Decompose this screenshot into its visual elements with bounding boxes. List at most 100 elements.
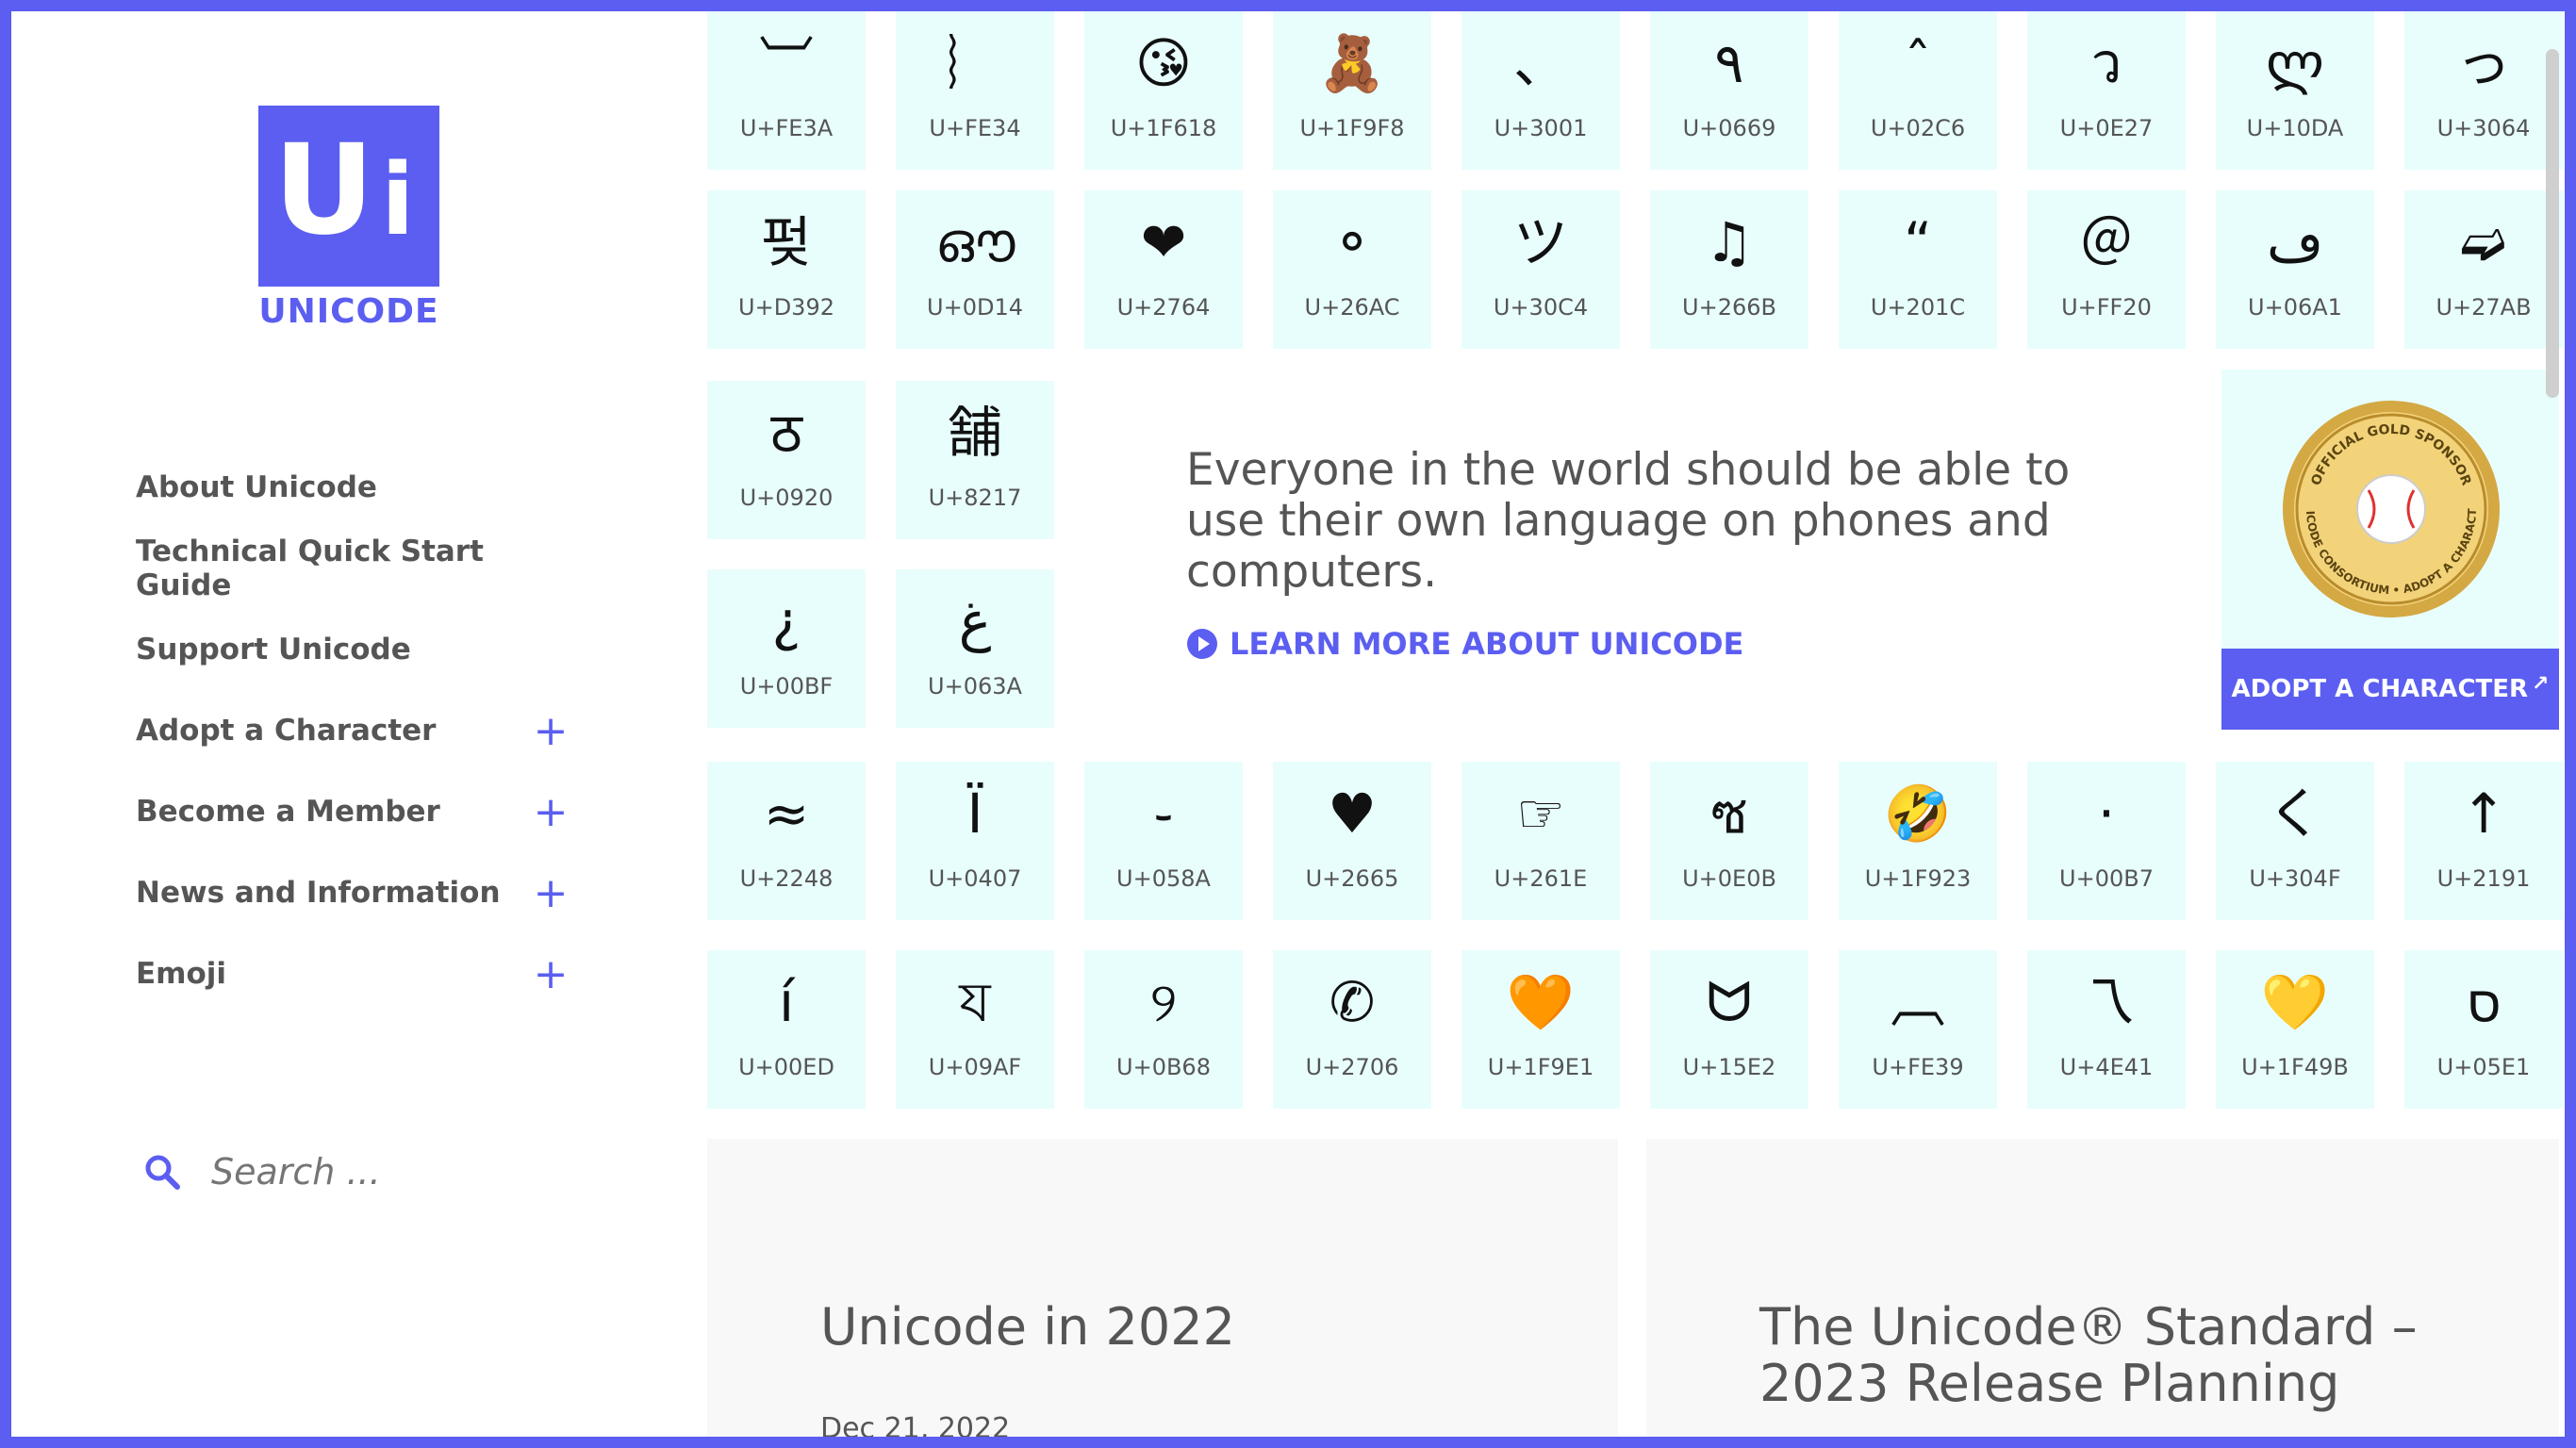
char-tile[interactable]: য U+09AF <box>896 950 1054 1109</box>
char-code: U+15E2 <box>1682 1054 1776 1080</box>
hero-tagline: Everyone in the world should be able to … <box>1186 444 2071 598</box>
char-tile[interactable]: ֊ U+058A <box>1084 762 1243 920</box>
nav-label: News and Information <box>136 876 501 910</box>
char-glyph: ˆ <box>1904 31 1932 95</box>
char-glyph: ＠ <box>2078 210 2134 274</box>
char-tile[interactable]: ♥ U+2665 <box>1273 762 1431 920</box>
char-code: U+3064 <box>2436 115 2531 141</box>
char-tile[interactable]: ⚬ U+26AC <box>1273 190 1431 349</box>
char-tile[interactable]: ↑ U+2191 <box>2404 762 2563 920</box>
logo-mark: U i <box>258 106 439 287</box>
char-tile[interactable]: ഔ U+0D14 <box>896 190 1054 349</box>
char-code: U+1F49B <box>2241 1054 2349 1080</box>
char-tile[interactable]: 、 U+3001 <box>1461 11 1620 170</box>
char-code: U+FE34 <box>929 115 1021 141</box>
char-tile[interactable]: ツ U+30C4 <box>1461 190 1620 349</box>
expand-plus-icon[interactable]: + <box>532 869 570 917</box>
char-code: U+4E41 <box>2059 1054 2154 1080</box>
char-tile[interactable]: ˆ U+02C6 <box>1839 11 1997 170</box>
nav-label: Technical Quick Start Guide <box>136 535 484 602</box>
char-glyph: ٩ <box>1714 31 1744 95</box>
char-glyph: ഔ <box>934 210 1016 274</box>
gold-sponsor-seal-icon[interactable]: OFFICIAL GOLD SPONSOR UNICODE CONSORTIUM… <box>2278 396 2504 622</box>
char-glyph: ᗢ <box>1706 970 1753 1034</box>
nav-item-become-a-member[interactable]: Become a Member + <box>136 771 570 852</box>
char-code: U+00ED <box>738 1054 834 1080</box>
unicode-logo[interactable]: U i UNICODE <box>258 106 439 331</box>
char-code: U+09AF <box>928 1054 1022 1080</box>
char-tile[interactable]: غ U+063A <box>896 569 1054 728</box>
char-tile[interactable]: ＠ U+FF20 <box>2027 190 2186 349</box>
scrollbar-thumb[interactable] <box>2546 49 2559 398</box>
char-tile[interactable]: 🧡 U+1F9E1 <box>1461 950 1620 1109</box>
char-tile[interactable]: 😘 U+1F618 <box>1084 11 1243 170</box>
char-tile[interactable]: í U+00ED <box>707 950 866 1109</box>
char-glyph: ¿ <box>771 589 801 653</box>
char-glyph: ୨ <box>1149 970 1178 1034</box>
news-card[interactable]: The Unicode® Standard – 2023 Release Pla… <box>1646 1139 2559 1437</box>
char-code: U+1F618 <box>1110 115 1217 141</box>
char-tile[interactable]: 舗 U+8217 <box>896 381 1054 539</box>
nav-item-emoji[interactable]: Emoji + <box>136 933 570 1014</box>
char-tile[interactable]: Ї U+0407 <box>896 762 1054 920</box>
nav-item-support-unicode[interactable]: Support Unicode <box>136 609 570 690</box>
char-glyph: っ <box>2455 31 2511 95</box>
char-tile[interactable]: ︴ U+FE34 <box>896 11 1054 170</box>
char-code: U+2706 <box>1305 1054 1399 1080</box>
learn-more-label: LEARN MORE ABOUT UNICODE <box>1230 626 1744 662</box>
expand-plus-icon[interactable]: + <box>532 707 570 755</box>
expand-plus-icon[interactable]: + <box>532 950 570 998</box>
nav-item-about-unicode[interactable]: About Unicode <box>136 447 570 528</box>
char-code: U+201C <box>1870 294 1966 321</box>
expand-plus-icon[interactable]: + <box>532 788 570 836</box>
char-tile[interactable]: ✆ U+2706 <box>1273 950 1431 1109</box>
char-code: U+00B7 <box>2059 865 2154 892</box>
char-glyph: 🤣 <box>1883 782 1953 846</box>
char-tile[interactable]: ︹ U+FE39 <box>1839 950 1997 1109</box>
char-tile[interactable]: 🧸 U+1F9F8 <box>1273 11 1431 170</box>
char-tile[interactable]: ซ U+0E0B <box>1650 762 1808 920</box>
nav-item-news-and-information[interactable]: News and Information + <box>136 852 570 933</box>
char-tile[interactable]: 💛 U+1F49B <box>2216 950 2374 1109</box>
char-glyph: 🧡 <box>1506 970 1576 1034</box>
char-tile[interactable]: ठ U+0920 <box>707 381 866 539</box>
char-tile[interactable]: ➫ U+27AB <box>2404 190 2563 349</box>
char-tile[interactable]: ୨ U+0B68 <box>1084 950 1243 1109</box>
char-tile[interactable]: ლ U+10DA <box>2216 11 2374 170</box>
char-tile[interactable]: ว U+0E27 <box>2027 11 2186 170</box>
char-code: U+05E1 <box>2436 1054 2531 1080</box>
char-tile[interactable]: 乁 U+4E41 <box>2027 950 2186 1109</box>
learn-more-link[interactable]: LEARN MORE ABOUT UNICODE <box>1186 626 2091 662</box>
char-tile[interactable]: ٩ U+0669 <box>1650 11 1808 170</box>
char-tile[interactable]: “ U+201C <box>1839 190 1997 349</box>
sidebar: U i UNICODE About Unicode Technical Quic… <box>11 11 671 1437</box>
char-code: U+2665 <box>1305 865 1399 892</box>
nav-label: Adopt a Character <box>136 714 437 748</box>
char-tile[interactable]: ≈ U+2248 <box>707 762 866 920</box>
char-tile[interactable]: く U+304F <box>2216 762 2374 920</box>
char-tile[interactable]: · U+00B7 <box>2027 762 2186 920</box>
char-tile[interactable]: 펒 U+D392 <box>707 190 866 349</box>
char-tile[interactable]: ︺ U+FE3A <box>707 11 866 170</box>
news-card[interactable]: Unicode in 2022 Dec 21, 2022 <box>707 1139 1618 1437</box>
char-tile[interactable]: ¿ U+00BF <box>707 569 866 728</box>
char-tile[interactable]: ☞ U+261E <box>1461 762 1620 920</box>
char-tile[interactable]: ᗢ U+15E2 <box>1650 950 1808 1109</box>
char-tile[interactable]: ❤ U+2764 <box>1084 190 1243 349</box>
nav-item-adopt-a-character[interactable]: Adopt a Character + <box>136 690 570 771</box>
search-icon[interactable] <box>143 1153 181 1191</box>
char-tile[interactable]: っ U+3064 <box>2404 11 2563 170</box>
char-code: U+266B <box>1682 294 1776 321</box>
char-tile[interactable]: ♫ U+266B <box>1650 190 1808 349</box>
char-code: U+1F923 <box>1864 865 1972 892</box>
search-input[interactable] <box>209 1150 496 1193</box>
char-code: U+0B68 <box>1116 1054 1211 1080</box>
page-viewport: U i UNICODE About Unicode Technical Quic… <box>11 11 2565 1437</box>
char-tile[interactable]: ס U+05E1 <box>2404 950 2563 1109</box>
char-tile[interactable]: 🤣 U+1F923 <box>1839 762 1997 920</box>
char-tile[interactable]: ڡ U+06A1 <box>2216 190 2374 349</box>
char-code: U+1F9E1 <box>1487 1054 1594 1080</box>
char-glyph: 舗 <box>947 401 1002 465</box>
adopt-a-character-button[interactable]: ADOPT A CHARACTER ↗ <box>2221 649 2559 730</box>
nav-item-technical-quick-start[interactable]: Technical Quick Start Guide <box>136 528 570 609</box>
